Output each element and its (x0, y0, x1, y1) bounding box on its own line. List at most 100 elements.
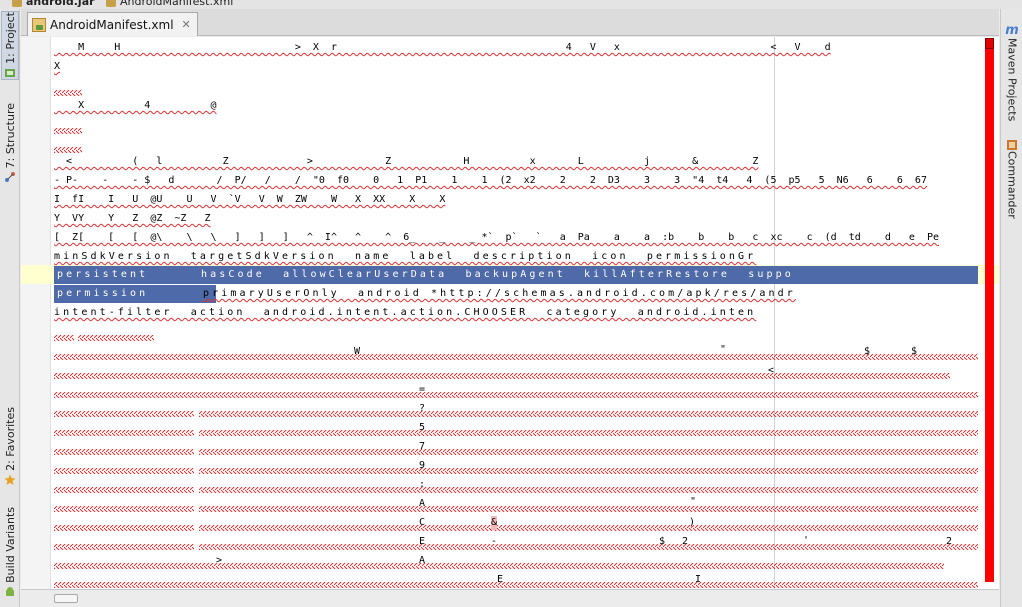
structure-tool-button[interactable]: 7: Structure (1, 103, 19, 183)
code-line-10: [ Z[ [ [ @\ \ \ ] ] ] ^ I^ ^ ^ 6_ _ _ *`… (54, 232, 940, 243)
glyph: 7 (419, 441, 426, 452)
error-underline (54, 506, 194, 512)
error-stripe[interactable] (985, 38, 994, 582)
tab-android-manifest[interactable]: AndroidManifest.xml ✕ (27, 12, 198, 36)
error-underline (54, 468, 194, 474)
close-icon[interactable]: ✕ (182, 18, 191, 31)
code-line-6: < ( l Z > Z H x L j & Z (54, 156, 759, 167)
horizontal-scrollbar[interactable] (21, 589, 999, 607)
xml-file-icon (32, 17, 46, 32)
code-editor[interactable]: M H > X r 4 V x < V d X X 4 @ < ( l Z > … (21, 37, 999, 589)
structure-tool-label: 7: Structure (3, 103, 17, 169)
glyph: 5 (419, 422, 426, 433)
error-underline (54, 373, 950, 379)
commander-tool-button[interactable]: Commander (1004, 139, 1020, 219)
favorites-tool-label: 2: Favorites (3, 407, 17, 471)
glyph: = (419, 384, 426, 395)
glyph: A (419, 555, 426, 566)
code-line-9: Y VY Y Z @Z ~Z Z (54, 213, 211, 224)
error-underline (199, 449, 978, 455)
error-underline (54, 582, 978, 588)
error-underline (54, 411, 194, 417)
scrollbar-thumb[interactable] (54, 594, 78, 603)
glyph: ? (419, 403, 426, 414)
xml-file-icon (106, 0, 116, 7)
error-underline (78, 335, 154, 341)
glyph: ' (803, 535, 810, 546)
maven-tool-label: Maven Projects (1005, 38, 1019, 122)
maven-tool-button[interactable]: m Maven Projects (1004, 23, 1020, 121)
glyph: " (690, 496, 697, 507)
error-underline (54, 335, 74, 341)
glyph: $ (659, 536, 666, 547)
project-tool-button[interactable]: 1: Project (1, 11, 19, 80)
code-line-8: I fI I U @U U V `V V W ZW W X XX X X (54, 194, 446, 205)
glyph: W (354, 346, 361, 357)
jar-icon (12, 0, 22, 7)
error-status-indicator[interactable] (985, 38, 994, 49)
glyph: C (419, 517, 426, 528)
glyph: 2 (682, 536, 689, 547)
glyph: $ (911, 346, 918, 357)
code-line-14: intent-filter action android.intent.acti… (54, 307, 757, 318)
error-underline (54, 487, 194, 493)
code-line-1: M H > X r 4 V x < V d (54, 42, 831, 53)
error-underline (199, 525, 978, 531)
glyph: : (419, 479, 426, 490)
code-line-7: - P- - - $ d / P/ / / "0 f0 0 1 P1 1 1 (… (54, 175, 927, 186)
commander-icon (1007, 140, 1017, 150)
glyph: > (216, 555, 223, 566)
right-tool-strip: m Maven Projects Commander (1000, 9, 1022, 607)
favorites-tool-button[interactable]: 2: Favorites (1, 407, 19, 486)
glyph: & (491, 516, 498, 530)
breadcrumb-manifest[interactable]: AndroidManifest.xml (120, 0, 233, 8)
error-underline (54, 128, 82, 134)
maven-icon: m (1005, 23, 1019, 38)
tab-label: AndroidManifest.xml (50, 17, 174, 32)
code-line-13-selected: permission (57, 288, 149, 299)
glyph: " (720, 344, 727, 355)
error-underline (199, 506, 978, 512)
left-tool-strip: 1: Project 7: Structure 2: Favorites Bui… (0, 9, 20, 607)
glyph: 2 (946, 536, 953, 547)
glyph: E (497, 574, 504, 585)
code-line-12-selected: persistent (57, 269, 149, 280)
error-underline (199, 487, 978, 493)
glyph: A (419, 498, 426, 509)
glyph: 9 (419, 460, 426, 471)
editor-gutter (21, 37, 51, 589)
navigation-bar: android.jar AndroidManifest.xml (0, 0, 1022, 9)
build-variants-tool-button[interactable]: Build Variants (1, 507, 19, 598)
code-line-13-rest: primaryUserOnly android *http://schemas.… (203, 288, 796, 299)
project-icon (5, 68, 15, 77)
code-line-11: minSdkVersion targetSdkVersion name labe… (54, 251, 757, 262)
glyph: I (695, 574, 702, 585)
error-underline (199, 411, 978, 417)
error-underline (54, 449, 194, 455)
glyph: < (768, 365, 775, 376)
error-underline (54, 392, 978, 398)
code-line-12-rest: hasCode allowClearUserData backupAgent k… (201, 269, 794, 280)
editor-tab-bar: AndroidManifest.xml ✕ (21, 9, 999, 36)
glyph: - (491, 536, 498, 547)
error-underline (54, 563, 944, 569)
build-variants-tool-label: Build Variants (3, 507, 17, 583)
star-icon (4, 474, 16, 485)
glyph: $ (864, 346, 871, 357)
commander-tool-label: Commander (1005, 151, 1019, 219)
glyph: ) (689, 517, 696, 528)
error-underline (54, 544, 194, 550)
glyph: E (419, 536, 426, 547)
code-line-4: X 4 @ (54, 100, 217, 111)
error-underline (199, 430, 978, 436)
error-underline (199, 544, 978, 550)
error-underline (54, 430, 194, 436)
project-tool-label: 1: Project (3, 12, 17, 64)
error-underline (54, 525, 194, 531)
error-underline (54, 90, 82, 96)
breadcrumb-android-jar[interactable]: android.jar (26, 0, 95, 8)
error-underline (54, 354, 978, 360)
structure-icon (5, 172, 15, 183)
android-icon (6, 586, 14, 596)
error-underline (199, 468, 978, 474)
